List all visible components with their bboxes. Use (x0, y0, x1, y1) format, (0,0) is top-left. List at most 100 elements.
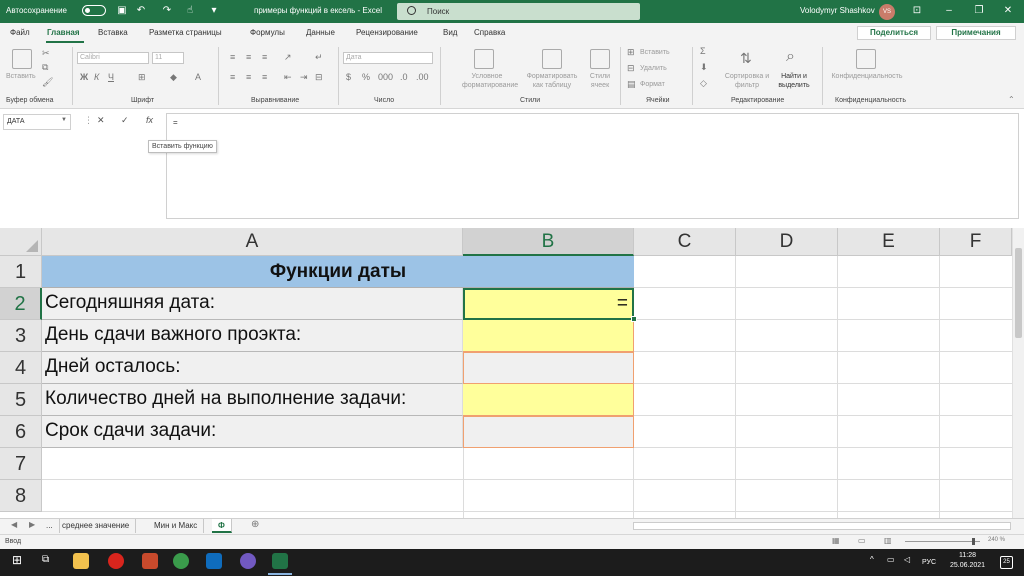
column-header-a[interactable]: A (42, 228, 463, 256)
format-painter-icon[interactable]: 🖌 (42, 77, 53, 88)
cell-styles-label[interactable]: Стили ячеек (584, 72, 616, 90)
tab-view[interactable]: Вид (443, 28, 457, 37)
notifications-badge[interactable]: 25 (1000, 556, 1013, 569)
cancel-icon[interactable]: ✕ (97, 115, 105, 126)
ribbon-display-icon[interactable]: ⊡ (908, 3, 926, 19)
horizontal-scrollbar[interactable] (633, 522, 1011, 530)
redo-icon[interactable]: ↷ (160, 4, 174, 18)
cell-a5[interactable]: Количество дней на выполнение задачи: (42, 384, 463, 416)
excel-icon[interactable] (272, 553, 288, 569)
sensitivity-label[interactable]: Конфиденциальность (826, 72, 908, 81)
volume-icon[interactable]: ◁ (904, 555, 910, 564)
cell-a2[interactable]: Сегодняшняя дата: (42, 288, 463, 320)
outlook-icon[interactable] (206, 553, 222, 569)
scroll-thumb[interactable] (1015, 248, 1022, 338)
clear-icon[interactable]: ◇ (700, 78, 707, 89)
file-explorer-icon[interactable] (73, 553, 89, 569)
fill-color-icon[interactable]: ◆ (170, 72, 177, 83)
row-header-6[interactable]: 6 (0, 416, 42, 448)
font-name-box[interactable]: Calibri (77, 52, 149, 64)
format-cells-icon[interactable]: ▤ (627, 79, 636, 90)
save-icon[interactable]: ▣ (115, 4, 129, 18)
search-box[interactable]: Поиск (397, 3, 640, 20)
conditional-format-label[interactable]: Условное форматирование (462, 72, 518, 90)
italic-icon[interactable]: К (94, 72, 99, 82)
column-header-b[interactable]: B (463, 228, 634, 256)
font-color-icon[interactable]: A (195, 72, 201, 82)
format-table-icon[interactable] (542, 49, 562, 69)
decimal-increase-icon[interactable]: .0 (400, 72, 408, 82)
cell-b6[interactable] (463, 416, 634, 448)
borders-icon[interactable]: ⊞ (138, 72, 146, 83)
tab-insert[interactable]: Вставка (98, 28, 128, 37)
zoom-slider[interactable] (905, 541, 980, 542)
row-header-8[interactable]: 8 (0, 480, 42, 512)
wrap-text-icon[interactable]: ↵ (315, 52, 323, 63)
enter-icon[interactable]: ✓ (121, 115, 129, 126)
find-select-label[interactable]: Найти и выделить (772, 72, 816, 90)
percent-icon[interactable]: % (362, 72, 370, 82)
powerpoint-icon[interactable] (142, 553, 158, 569)
normal-view-icon[interactable]: ▦ (832, 536, 840, 545)
viber-icon[interactable] (240, 553, 256, 569)
collapse-ribbon-icon[interactable]: ⌃ (1008, 95, 1015, 104)
page-break-icon[interactable]: ▥ (884, 536, 892, 545)
paste-label[interactable]: Вставить (6, 72, 36, 81)
tray-chevron-icon[interactable]: ^ (870, 555, 874, 564)
delete-cells-icon[interactable]: ⊟ (627, 63, 635, 74)
scroll-right-icon[interactable]: ▶ (29, 520, 35, 529)
maximize-icon[interactable]: ❐ (970, 3, 988, 19)
copy-icon[interactable]: ⧉ (42, 62, 48, 73)
cell-styles-icon[interactable] (590, 49, 610, 69)
cell-a6[interactable]: Срок сдачи задачи: (42, 416, 463, 448)
autosum-icon[interactable]: Σ (700, 46, 706, 56)
fill-handle[interactable] (631, 316, 637, 322)
row-header-2[interactable]: 2 (0, 288, 42, 320)
formula-input[interactable]: = (166, 113, 1019, 219)
sort-filter-label[interactable]: Сортировка и фильтр (722, 72, 772, 90)
qat-customize-icon[interactable]: ▾ (207, 4, 221, 18)
row-header-5[interactable]: 5 (0, 384, 42, 416)
close-icon[interactable]: ✕ (999, 3, 1017, 19)
insert-function-icon[interactable]: fx (146, 115, 153, 125)
sheet-title-cell[interactable]: Функции даты (42, 256, 634, 288)
tab-review[interactable]: Рецензирование (356, 28, 418, 37)
column-header-f[interactable]: F (940, 228, 1012, 256)
chevron-down-icon[interactable]: ▼ (61, 117, 67, 123)
cell-b5[interactable] (463, 384, 634, 416)
share-button[interactable]: Поделиться (857, 26, 931, 40)
format-table-label[interactable]: Форматировать как таблицу (521, 72, 583, 90)
sheet-tab-active[interactable]: Ф (212, 519, 232, 533)
touch-mode-icon[interactable]: ☝ (183, 4, 197, 18)
cell-a4[interactable]: Дней осталось: (42, 352, 463, 384)
fill-icon[interactable]: ⬇ (700, 62, 708, 73)
insert-cells-icon[interactable]: ⊞ (627, 47, 635, 58)
paste-icon[interactable] (12, 49, 32, 69)
merge-center-icon[interactable]: ⊟ (315, 72, 323, 83)
user-name[interactable]: Volodymyr Shashkov (800, 6, 875, 15)
tab-home[interactable]: Главная (47, 28, 80, 37)
indent-increase-icon[interactable]: ⇥ (300, 72, 308, 83)
comma-icon[interactable]: 000 (378, 72, 393, 82)
insert-cells-label[interactable]: Вставить (640, 48, 670, 57)
undo-icon[interactable]: ↶ (134, 4, 148, 18)
select-all-button[interactable] (0, 228, 42, 256)
row-header-4[interactable]: 4 (0, 352, 42, 384)
orientation-icon[interactable]: ↗ (284, 52, 292, 63)
page-layout-icon[interactable]: ▭ (858, 536, 866, 545)
minimize-icon[interactable]: – (940, 3, 958, 19)
cell-a3[interactable]: День сдачи важного проэкта: (42, 320, 463, 352)
align-left-icon[interactable]: ≡ (230, 72, 235, 82)
format-cells-label[interactable]: Формат (640, 80, 665, 89)
sensitivity-icon[interactable] (856, 49, 876, 69)
indent-decrease-icon[interactable]: ⇤ (284, 72, 292, 83)
column-header-e[interactable]: E (838, 228, 940, 256)
currency-icon[interactable]: $ (346, 72, 351, 82)
clock[interactable]: 11:28 25.06.2021 (950, 551, 985, 571)
autosave-toggle[interactable] (82, 5, 106, 16)
delete-cells-label[interactable]: Удалить (640, 64, 667, 73)
sort-filter-icon[interactable]: ⇅ (740, 50, 752, 67)
zoom-slider-thumb[interactable] (972, 538, 975, 545)
tab-help[interactable]: Справка (474, 28, 505, 37)
windows-start-icon[interactable]: ⊞ (12, 553, 22, 567)
